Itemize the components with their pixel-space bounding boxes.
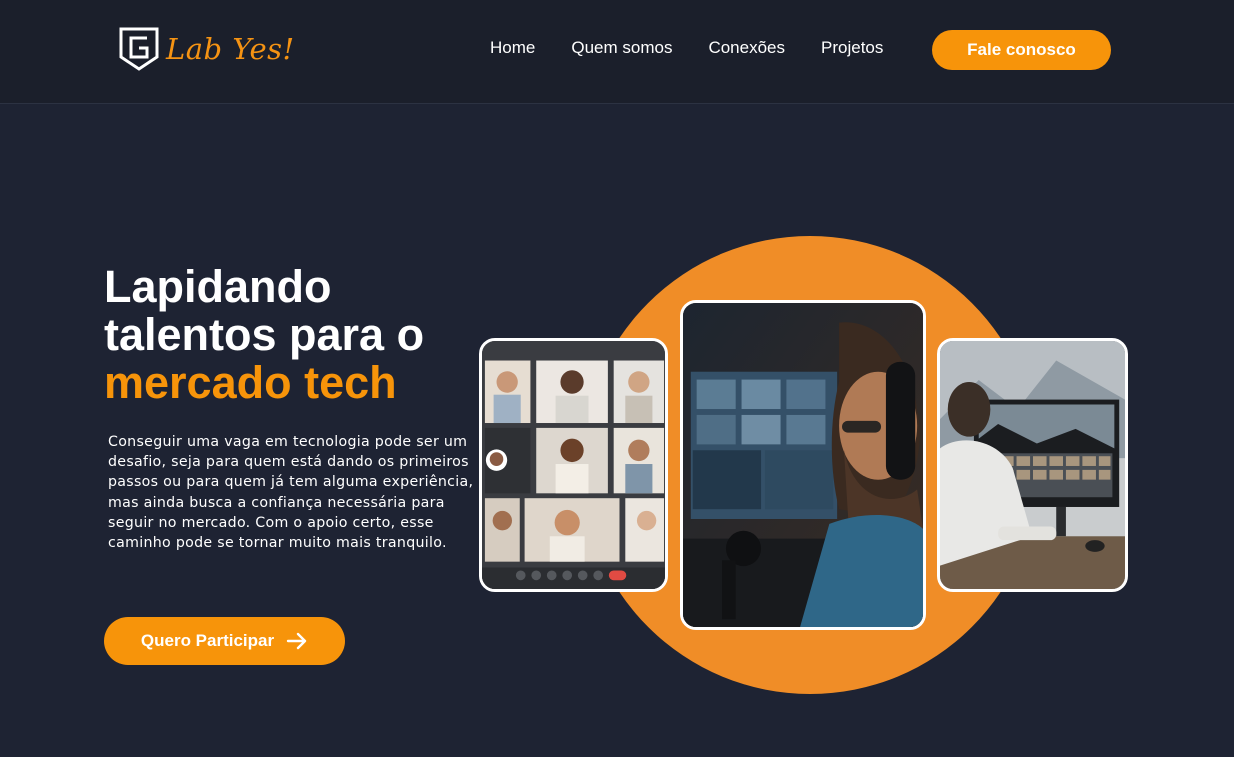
participate-button-label: Quero Participar [140,631,275,650]
nav-conexoes[interactable]: Conexões [708,38,785,58]
video-call-grid-image [479,338,668,592]
arrow-right-icon [286,632,307,650]
video-call-illustration [482,341,665,589]
nav-projetos[interactable]: Projetos [821,38,883,58]
man-headset-monitor-image [680,300,926,630]
brand-logo[interactable]: Lab Yes! [118,26,295,72]
main-nav: Home Quem somos Conexões Projetos [490,38,919,58]
participate-button[interactable]: Quero Participar [104,617,345,665]
hero-title-line-1: Lapidando [104,261,332,312]
contact-button[interactable]: Fale conosco [932,30,1111,70]
nav-home[interactable]: Home [490,38,535,58]
shield-g-logo-icon [119,27,159,71]
hero-title-line-2: talentos para o [104,309,425,360]
hero-title-accent: mercado tech [104,357,397,408]
hero-description: Conseguir uma vaga em tecnologia pode se… [108,434,474,552]
brand-name: Lab Yes! [166,32,295,66]
nav-quem-somos[interactable]: Quem somos [571,38,672,58]
site-header: Lab Yes! Home Quem somos Conexões Projet… [0,0,1234,104]
man-desk-monitor-image [937,338,1128,592]
hero-title: Lapidando talentos para o mercado tech [104,263,484,407]
man-desk-illustration [940,341,1125,589]
man-headset-illustration [683,303,923,627]
